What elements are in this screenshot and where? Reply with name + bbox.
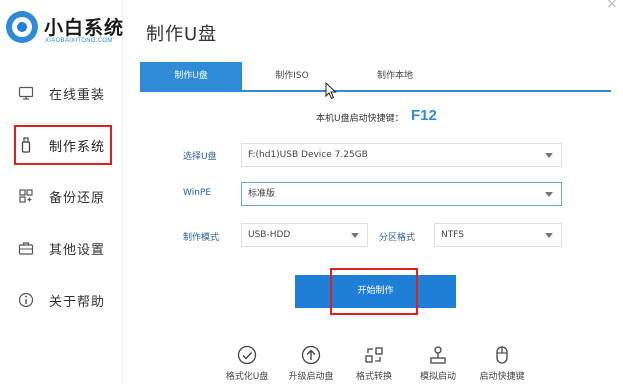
tab-bar: 制作U盘 制作ISO 制作本地 <box>140 62 611 92</box>
winpe-select[interactable]: 标准版 <box>241 182 562 206</box>
grid-restore-icon <box>18 188 34 204</box>
app-subtitle: XIAOBAIXITONG.COM <box>45 38 113 44</box>
tab-make-usb[interactable]: 制作U盘 <box>140 62 242 90</box>
convert-icon <box>365 347 383 363</box>
selection-highlight-box <box>14 125 112 165</box>
chevron-down-icon <box>545 153 553 158</box>
tab-make-local[interactable]: 制作本地 <box>354 62 436 90</box>
mode-select-value: USB-HDD <box>248 230 291 240</box>
tool-boot-hotkey[interactable]: 启动快捷键 <box>472 345 532 382</box>
app-logo: 小白系统 XIAOBAIXITONG.COM <box>4 7 124 47</box>
hotkey-value: F12 <box>411 107 437 124</box>
monitor-icon <box>18 85 34 101</box>
sidebar: 小白系统 XIAOBAIXITONG.COM 在线重装 制作系统 备份还原 其他… <box>0 0 123 384</box>
sidebar-item-label: 在线重装 <box>49 87 106 103</box>
chevron-down-icon <box>545 192 553 197</box>
sidebar-item-label: 其他设置 <box>49 242 106 258</box>
tool-label: 升级启动盘 <box>288 372 334 382</box>
usb-select-value: F:(hd1)USB Device 7.25GB <box>248 150 368 160</box>
briefcase-icon <box>18 240 34 256</box>
info-icon <box>18 292 34 308</box>
usb-label: 选择U盘 <box>183 152 217 162</box>
tool-format-convert[interactable]: 格式转换 <box>344 345 404 382</box>
tool-label: 格式化U盘 <box>225 372 269 382</box>
tool-label: 格式转换 <box>355 372 392 382</box>
partition-select-value: NTFS <box>441 230 464 240</box>
tool-upgrade-boot[interactable]: 升级启动盘 <box>281 345 341 382</box>
logo-mark-icon <box>6 11 38 43</box>
button-highlight-box <box>330 268 418 315</box>
upload-circle-icon <box>301 345 321 365</box>
tool-format-usb[interactable]: 格式化U盘 <box>217 345 277 382</box>
app-title: 小白系统 <box>44 17 125 39</box>
tool-simulate-boot[interactable]: 模拟启动 <box>408 345 468 382</box>
mouse-pointer-icon <box>325 82 337 100</box>
mode-label: 制作模式 <box>183 233 220 243</box>
usb-select[interactable]: F:(hd1)USB Device 7.25GB <box>241 143 562 167</box>
sidebar-item-online-reinstall[interactable]: 在线重装 <box>18 80 118 106</box>
close-icon[interactable]: × <box>606 0 618 12</box>
sidebar-item-about-help[interactable]: 关于帮助 <box>18 287 118 313</box>
winpe-select-value: 标准版 <box>248 189 276 199</box>
mouse-icon <box>496 346 508 364</box>
tool-label: 启动快捷键 <box>479 372 525 382</box>
tool-label: 模拟启动 <box>419 372 456 382</box>
hotkey-label: 本机U盘启动快捷键： <box>316 114 404 124</box>
winpe-label: WinPE <box>183 188 212 198</box>
check-circle-icon <box>237 345 257 365</box>
partition-label: 分区格式 <box>379 233 416 243</box>
sidebar-item-label: 关于帮助 <box>49 294 106 310</box>
partition-select[interactable]: NTFS <box>434 223 562 247</box>
chevron-down-icon <box>351 233 359 238</box>
chevron-down-icon <box>545 233 553 238</box>
page-title: 制作U盘 <box>146 24 218 45</box>
sidebar-item-backup-restore[interactable]: 备份还原 <box>18 183 118 209</box>
mode-select[interactable]: USB-HDD <box>241 223 368 247</box>
sidebar-item-other-settings[interactable]: 其他设置 <box>18 235 118 261</box>
joystick-icon <box>430 346 446 364</box>
tab-make-iso[interactable]: 制作ISO <box>252 62 332 90</box>
sidebar-item-label: 备份还原 <box>49 190 106 206</box>
